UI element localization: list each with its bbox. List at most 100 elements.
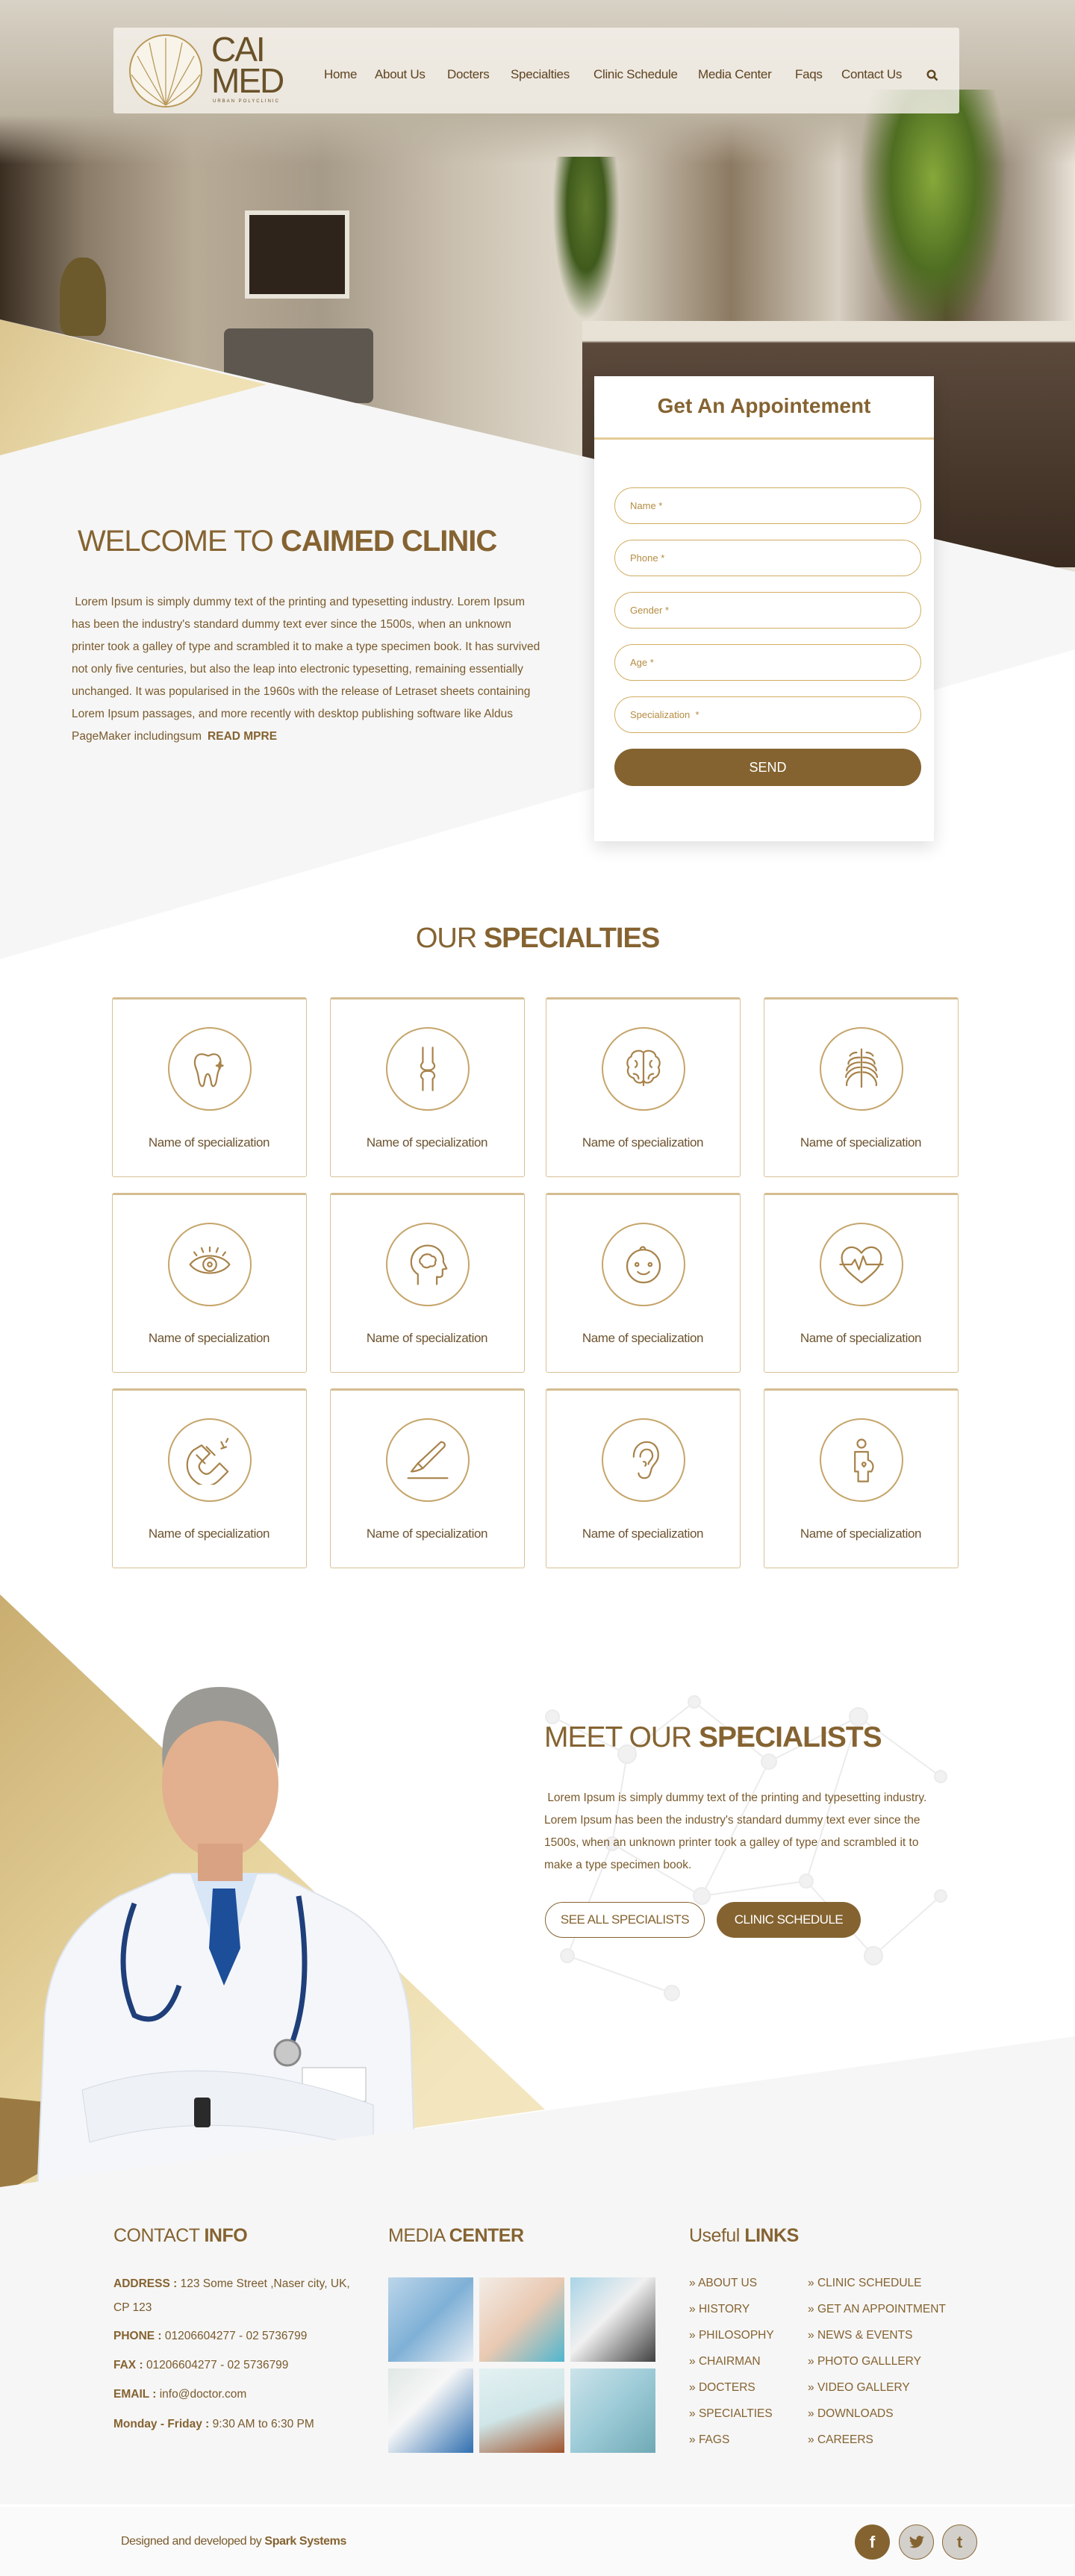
footer-link[interactable]: » PHILOSOPHY [689,2329,774,2342]
specialty-card[interactable]: Name of specialization [330,1388,525,1568]
specialty-card[interactable]: Name of specialization [112,1388,307,1568]
read-more-link[interactable]: READ MPRE [208,730,277,743]
contact-address: ADDRESS : 123 Some Street ,Naser city, U… [113,2272,352,2320]
specialization-input[interactable] [614,696,921,733]
footer-link[interactable]: » NEWS & EVENTS [808,2329,912,2342]
footer-link[interactable]: » SPECIALTIES [689,2407,773,2421]
double-chevron-icon: » [808,2355,817,2368]
specialty-card[interactable]: Name of specialization [330,1193,525,1373]
send-button[interactable]: SEND [614,749,921,786]
specialty-card[interactable]: Name of specialization [546,997,741,1177]
specialty-label: Name of specialization [148,1135,270,1150]
credit-brand-link[interactable]: Spark Systems [264,2535,346,2548]
media-thumbnail-gloved-hands[interactable] [388,2277,473,2362]
gender-input[interactable] [614,592,921,629]
credit-text: Designed and developed by Spark Systems [121,2535,346,2548]
logo-tagline: URBAN POLYCLINIC [213,99,280,104]
specialists-paragraph: Lorem Ipsum is simply dummy text of the … [544,1787,947,1877]
double-chevron-icon: » [808,2329,817,2342]
tooth-icon [168,1027,252,1111]
double-chevron-icon: » [808,2433,817,2446]
baby-face-icon [602,1223,685,1306]
credit-label: Designed and developed by [121,2535,265,2548]
footer-link-label: VIDEO GALLERY [817,2381,910,2394]
nav-clinic-schedule[interactable]: Clinic Schedule [593,67,678,82]
fax-label: FAX : [113,2359,143,2371]
nav-media-center[interactable]: Media Center [698,67,772,82]
twitter-icon[interactable] [899,2524,934,2560]
contact-phone: PHONE : 01206604277 - 02 5736799 [113,2324,352,2348]
footer-link[interactable]: » CHAIRMAN [689,2355,761,2368]
logo[interactable]: CAI MED URBAN POLYCLINIC [127,30,299,108]
double-chevron-icon: » [689,2355,699,2368]
age-input[interactable] [614,644,921,681]
footer-link-label: PHOTO GALLLERY [817,2355,921,2368]
welcome-heading-light: WELCOME TO [78,525,281,558]
footer-link[interactable]: » ABOUT US [689,2277,757,2290]
media-thumbnail-microscope-researcher[interactable] [570,2277,655,2362]
specialty-label: Name of specialization [366,1331,488,1345]
media-thumbnail-patient-woman[interactable] [479,2368,564,2453]
footer-link-label: PHILOSOPHY [698,2329,774,2342]
contact-heading-light: CONTACT [113,2225,205,2246]
clinic-schedule-button[interactable]: CLINIC SCHEDULE [717,1902,861,1938]
specialty-card[interactable]: Name of specialization [764,1388,959,1568]
footer-link-label: CLINIC SCHEDULE [817,2277,922,2289]
double-chevron-icon: » [808,2303,817,2315]
specialty-card[interactable]: Name of specialization [764,1193,959,1373]
email-label: EMAIL : [113,2388,157,2401]
double-chevron-icon: » [808,2407,817,2420]
appointment-form-card: Get An Appointement SEND [594,376,934,841]
appointment-divider [594,437,934,440]
specialty-label: Name of specialization [366,1135,488,1150]
nav-faqs[interactable]: Faqs [795,67,823,82]
footer-link-label: FAGS [698,2433,730,2446]
footer-link[interactable]: » HISTORY [689,2303,750,2316]
double-chevron-icon: » [689,2329,699,2342]
specialties-heading-bold: SPECIALTIES [483,923,660,954]
footer-link[interactable]: » PHOTO GALLLERY [808,2355,921,2368]
nav-home[interactable]: Home [324,67,357,82]
doctor-photo [36,1687,416,2195]
phone-label: PHONE : [113,2330,162,2342]
brain-icon [602,1027,685,1111]
footer-link-label: DOWNLOADS [817,2407,894,2420]
tumblr-icon[interactable]: t [942,2524,977,2560]
nav-about-us[interactable]: About Us [375,67,426,82]
double-chevron-icon: » [689,2303,699,2315]
nav-specialties[interactable]: Specialties [511,67,570,82]
specialty-card[interactable]: Name of specialization [764,997,959,1177]
footer-link[interactable]: » VIDEO GALLERY [808,2381,910,2395]
footer-link-label: DOCTERS [698,2381,755,2394]
nav-docters[interactable]: Docters [447,67,490,82]
specialty-card[interactable]: Name of specialization [546,1193,741,1373]
specialty-card[interactable]: Name of specialization [112,997,307,1177]
nav-contact-us[interactable]: Contact Us [841,67,902,82]
specialty-card[interactable]: Name of specialization [112,1193,307,1373]
media-thumbnail-nurse-with-baby[interactable] [479,2277,564,2362]
double-chevron-icon: » [689,2433,699,2446]
double-chevron-icon: » [689,2277,699,2289]
search-icon[interactable] [926,69,938,81]
specialty-label: Name of specialization [800,1526,922,1541]
footer-link[interactable]: » CLINIC SCHEDULE [808,2277,921,2290]
pregnancy-icon [820,1418,903,1502]
name-input[interactable] [614,487,921,524]
facebook-icon[interactable]: f [855,2524,890,2560]
email-value[interactable]: info@doctor.com [160,2388,247,2401]
media-thumbnail-doctor-at-desk[interactable] [388,2368,473,2453]
specialty-label: Name of specialization [800,1135,922,1150]
footer-link[interactable]: » FAGS [689,2433,729,2447]
specialty-card[interactable]: Name of specialization [330,997,525,1177]
footer-link-label: CHAIRMAN [698,2355,761,2368]
footer-link[interactable]: » CAREERS [808,2433,873,2447]
footer-link[interactable]: » GET AN APPOINTMENT [808,2303,946,2316]
contact-heading-bold: INFO [204,2225,248,2246]
media-thumbnail-surgery-team[interactable] [570,2368,655,2453]
specialty-card[interactable]: Name of specialization [546,1388,741,1568]
phone-input[interactable] [614,540,921,576]
double-chevron-icon: » [808,2277,817,2289]
footer-link[interactable]: » DOCTERS [689,2381,755,2395]
see-all-specialists-button[interactable]: SEE ALL SPECIALISTS [545,1902,705,1938]
footer-link[interactable]: » DOWNLOADS [808,2407,894,2421]
